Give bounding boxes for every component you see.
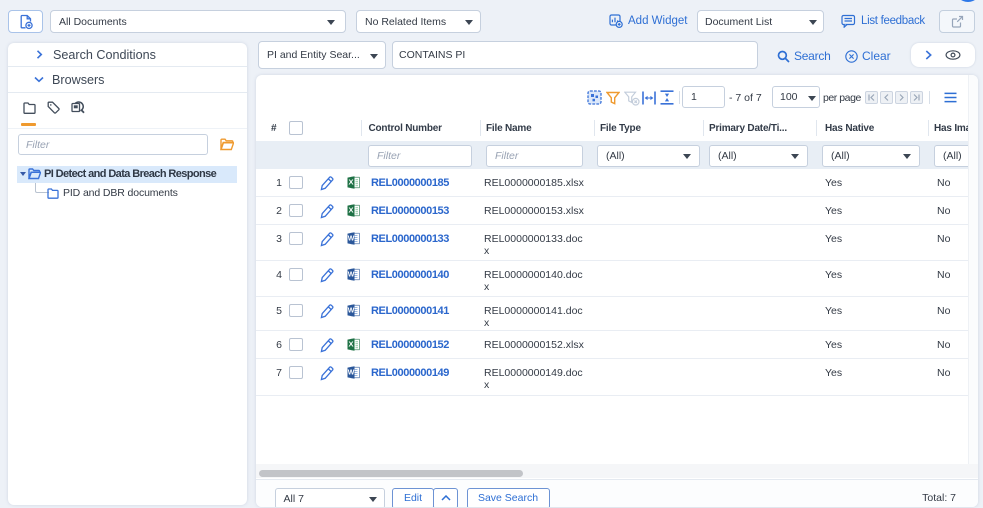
svg-text:W: W bbox=[348, 272, 355, 279]
svg-text:W: W bbox=[348, 308, 355, 315]
svg-text:W: W bbox=[348, 370, 355, 377]
svg-text:W: W bbox=[348, 236, 355, 243]
svg-text:X: X bbox=[348, 178, 353, 187]
svg-text:X: X bbox=[348, 340, 353, 349]
svg-text:X: X bbox=[348, 206, 353, 215]
